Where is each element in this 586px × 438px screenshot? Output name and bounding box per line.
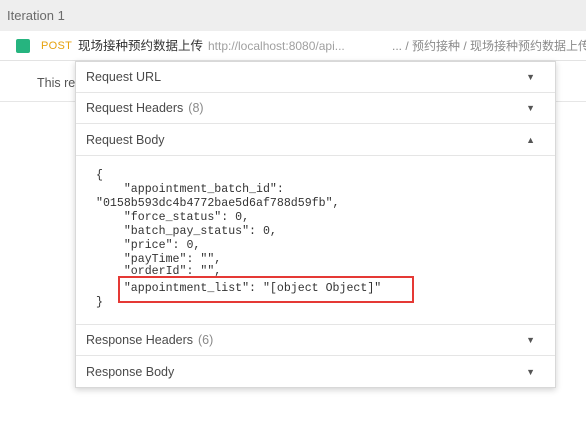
request-details-popover: Request URL ▼ Request Headers (8) ▼ Reque…: [75, 61, 556, 388]
json-line: "price": 0,: [96, 239, 201, 252]
request-path: ... / 预约接种 / 现场接种预约数据上传: [392, 39, 586, 53]
request-method: POST: [41, 40, 73, 52]
status-indicator: [16, 39, 30, 53]
caret-down-icon[interactable]: ▼: [526, 62, 535, 93]
section-request-url[interactable]: Request URL ▼: [76, 62, 555, 93]
section-request-body-label: Request Body: [86, 133, 165, 147]
iteration-header[interactable]: Iteration 1: [0, 0, 586, 31]
caret-down-icon[interactable]: ▼: [526, 357, 535, 388]
section-response-body[interactable]: Response Body ▼: [76, 357, 555, 388]
json-line: "batch_pay_status": 0,: [96, 225, 277, 238]
section-response-body-label: Response Body: [86, 365, 175, 379]
highlight-annotation: [118, 276, 414, 303]
section-response-headers-label: Response Headers: [86, 333, 194, 347]
request-headers-count: (8): [188, 101, 204, 115]
result-text: This re: [37, 76, 76, 90]
request-name[interactable]: 现场接种预约数据上传: [78, 31, 203, 60]
response-headers-count: (6): [198, 333, 214, 347]
caret-down-icon[interactable]: ▼: [526, 93, 535, 124]
section-request-headers-label: Request Headers: [86, 101, 184, 115]
iteration-label: Iteration 1: [7, 8, 65, 23]
request-row[interactable]: POST 现场接种预约数据上传 http://localhost:8080/ap…: [0, 31, 586, 61]
json-line: "force_status": 0,: [96, 211, 250, 224]
caret-down-icon[interactable]: ▼: [526, 325, 535, 356]
json-line: "appointment_batch_id":: [96, 183, 284, 196]
json-line: "0158b593dc4b4772bae5d6af788d59fb",: [96, 197, 340, 210]
caret-up-icon[interactable]: ▲: [526, 125, 535, 156]
json-line: }: [96, 296, 103, 309]
section-response-headers[interactable]: Response Headers (6) ▼: [76, 325, 555, 356]
request-url: http://localhost:8080/api...: [208, 39, 345, 53]
section-request-headers[interactable]: Request Headers (8) ▼: [76, 93, 555, 124]
section-request-url-label: Request URL: [86, 70, 162, 84]
json-line: {: [96, 169, 103, 182]
section-request-body[interactable]: Request Body ▲: [76, 125, 555, 156]
